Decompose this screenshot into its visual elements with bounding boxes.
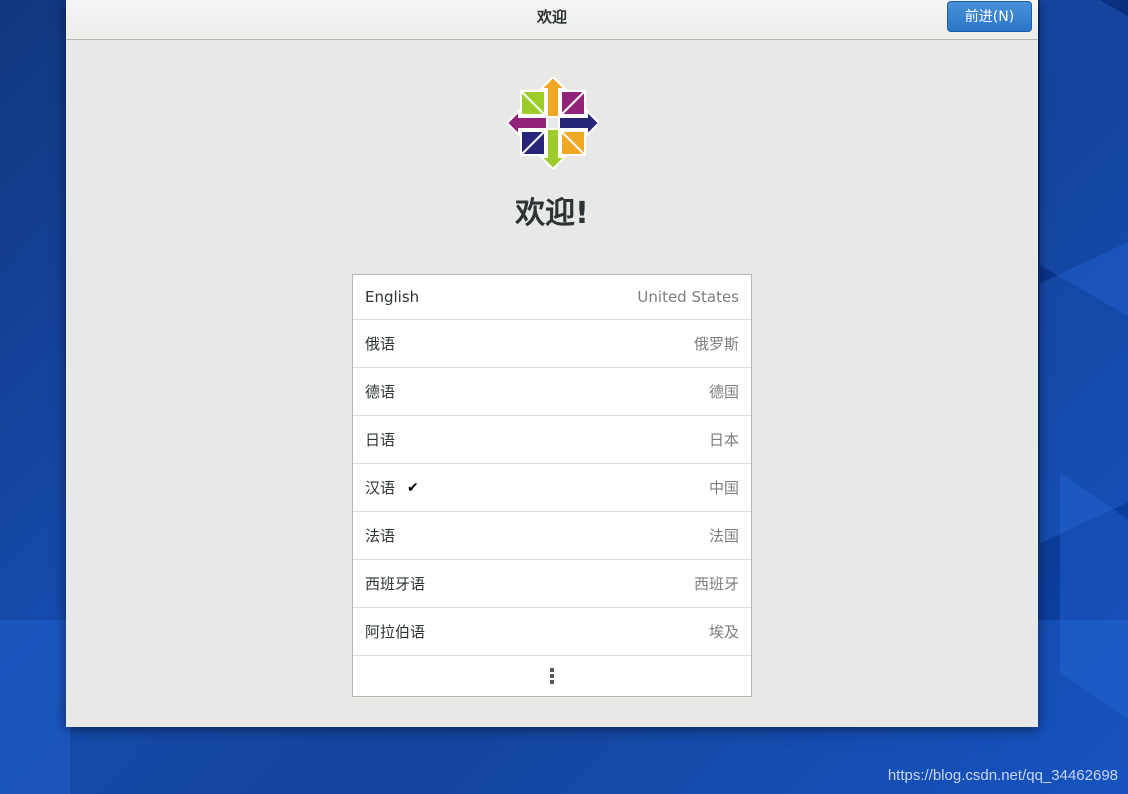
headerbar: 欢迎 前进(N) [66,0,1038,40]
language-row-selected[interactable]: 汉语 ✔ 中国 [353,464,751,512]
language-name: 汉语 ✔ [365,464,419,511]
language-region: 中国 [708,479,739,497]
language-name: 法语 [365,527,396,545]
language-region: 法国 [708,527,739,545]
language-row[interactable]: 西班牙语 西班牙 [353,560,751,608]
welcome-heading: 欢迎! [515,196,589,231]
language-row[interactable]: 法语 法国 [353,512,751,560]
language-name: 阿拉伯语 [365,623,426,641]
language-region: 日本 [708,431,739,449]
language-region: United States [637,288,739,306]
watermark-text: https://blog.csdn.net/qq_34462698 [887,767,1118,784]
language-row[interactable]: 日语 日本 [353,416,751,464]
language-row[interactable]: 德语 德国 [353,368,751,416]
language-region: 俄罗斯 [693,335,739,353]
language-name: 俄语 [365,335,396,353]
language-name-text: 汉语 [365,479,396,497]
next-button[interactable]: 前进(N) [947,1,1032,32]
centos-logo-icon [507,77,599,169]
language-region: 埃及 [708,623,739,641]
language-name: English [365,288,420,306]
language-name: 日语 [365,431,396,449]
language-region: 西班牙 [693,575,739,593]
vertical-ellipsis-icon [550,668,554,686]
language-region: 德国 [708,383,739,401]
language-row[interactable]: 阿拉伯语 埃及 [353,608,751,656]
checkmark-icon: ✔ [407,479,419,496]
language-name: 德语 [365,383,396,401]
show-more-languages-button[interactable] [353,656,751,696]
language-row[interactable]: English United States [353,275,751,320]
language-name: 西班牙语 [365,575,426,593]
initial-setup-window: 欢迎 前进(N) 欢迎! English United States 俄语 俄罗… [66,0,1038,727]
language-list: English United States 俄语 俄罗斯 德语 德国 日语 日本… [352,274,752,697]
language-row[interactable]: 俄语 俄罗斯 [353,320,751,368]
window-title: 欢迎 [536,8,567,26]
